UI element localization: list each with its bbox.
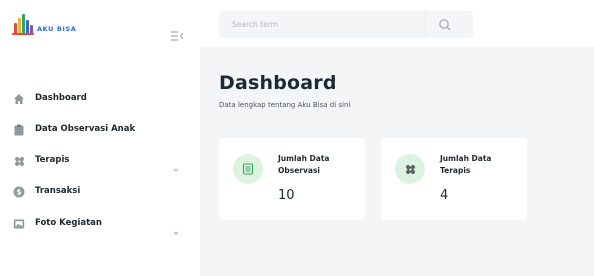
- photo-icon: [12, 217, 26, 231]
- search-input[interactable]: [219, 11, 424, 38]
- sidebar-item-label: Data Observasi Anak: [35, 124, 136, 134]
- sidebar-item-label: Dashboard: [35, 93, 87, 103]
- bandage-icon: [395, 154, 425, 184]
- chevron-down-icon: [173, 158, 179, 172]
- stat-card-terapis[interactable]: Jumlah Data Terapis 4: [381, 138, 527, 220]
- sidebar-item-data-observasi-anak[interactable]: Data Observasi Anak: [0, 119, 200, 141]
- collapse-menu-icon[interactable]: [170, 27, 184, 41]
- search-icon[interactable]: [437, 17, 453, 33]
- sidebar-item-dashboard[interactable]: Dashboard: [0, 88, 200, 110]
- topbar: [200, 0, 594, 47]
- clipboard-icon: [12, 123, 26, 137]
- sidebar-item-foto-kegiatan[interactable]: Foto Kegiatan: [0, 213, 200, 235]
- page-title: Dashboard: [219, 72, 337, 94]
- sidebar-item-label: Terapis: [35, 155, 70, 165]
- svg-text:$: $: [16, 188, 21, 197]
- search-bar: [219, 11, 473, 38]
- bandage-icon: [12, 154, 26, 168]
- search-divider: [425, 11, 426, 38]
- chevron-down-icon: [173, 221, 179, 235]
- sidebar-item-terapis[interactable]: Terapis: [0, 150, 200, 172]
- logo-icon: [12, 14, 34, 36]
- sidebar-item-label: Transaksi: [35, 186, 81, 196]
- sidebar: AKU BISA Dashboard Data Observasi Anak T…: [0, 0, 200, 276]
- sidebar-item-label: Foto Kegiatan: [35, 218, 102, 228]
- stat-card-observasi[interactable]: Jumlah Data Observasi 10: [219, 138, 365, 220]
- stat-label: Jumlah Data Observasi: [278, 154, 330, 175]
- stat-label: Jumlah Data Terapis: [440, 154, 492, 175]
- stat-value: 10: [278, 188, 295, 203]
- clipboard-list-icon: [233, 154, 263, 184]
- brand-logo[interactable]: AKU BISA: [12, 14, 76, 36]
- stat-value: 4: [440, 188, 449, 203]
- page-subtitle: Data lengkap tentang Aku Bisa di sini: [219, 101, 351, 109]
- home-icon: [12, 92, 26, 106]
- sidebar-item-transaksi[interactable]: $ Transaksi: [0, 181, 200, 203]
- brand-name: AKU BISA: [37, 25, 77, 33]
- dollar-icon: $: [12, 185, 26, 199]
